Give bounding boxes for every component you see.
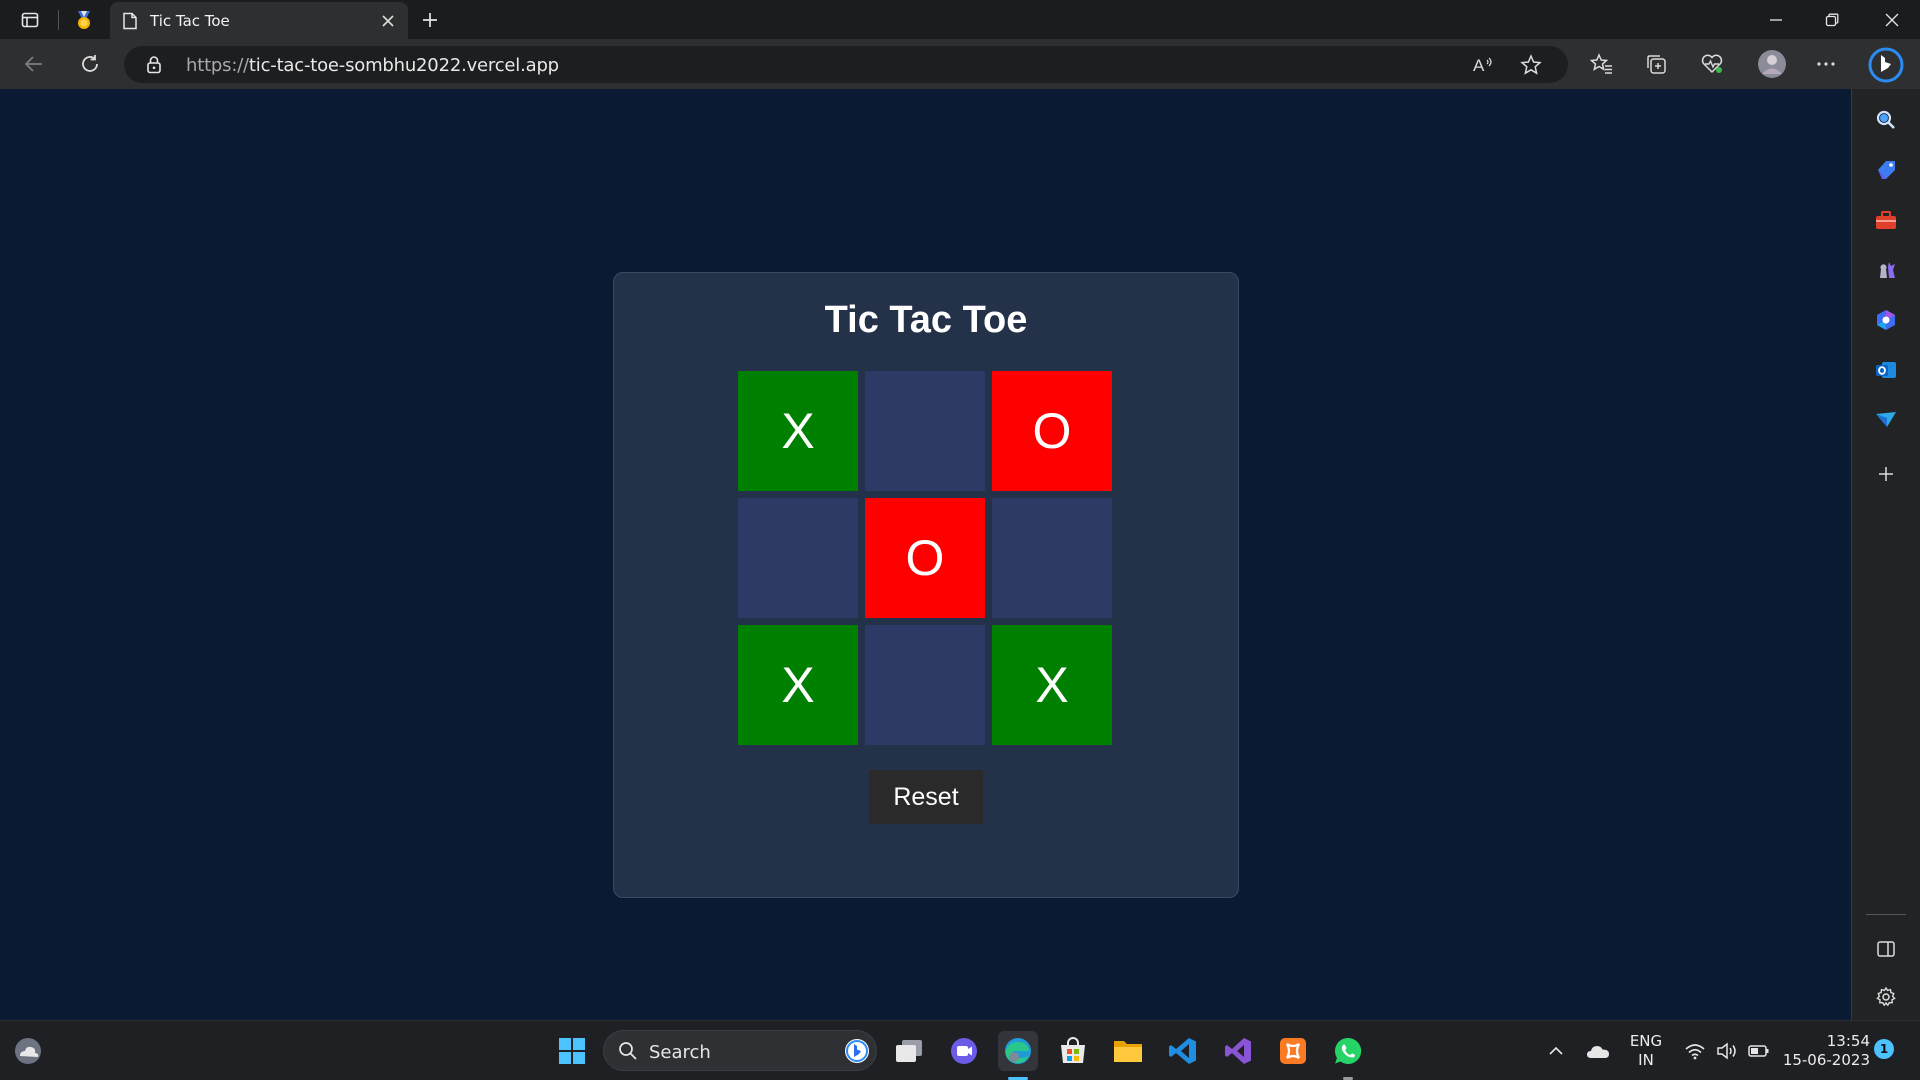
reset-button[interactable]: Reset xyxy=(869,770,983,824)
sidebar-divider xyxy=(1866,914,1906,915)
taskbar-search-placeholder: Search xyxy=(649,1042,711,1063)
back-icon[interactable] xyxy=(18,48,50,80)
svg-text:A: A xyxy=(1473,56,1485,75)
board-cell[interactable]: O xyxy=(865,498,985,618)
onedrive-icon[interactable] xyxy=(1578,1031,1618,1071)
url-text: https://tic-tac-toe-sombhu2022.vercel.ap… xyxy=(186,55,559,76)
sidebar-shopping-icon[interactable] xyxy=(1868,152,1904,188)
show-hidden-icons-icon[interactable] xyxy=(1536,1031,1576,1071)
board-cell[interactable] xyxy=(865,625,985,745)
language-code: ENG xyxy=(1629,1032,1663,1050)
collections-icon[interactable] xyxy=(1640,48,1672,80)
xampp-icon[interactable] xyxy=(1273,1031,1313,1071)
profile-avatar[interactable] xyxy=(1754,48,1790,80)
game-title: Tic Tac Toe xyxy=(824,299,1028,341)
clock-time: 13:54 xyxy=(1826,1032,1870,1050)
restore-icon[interactable] xyxy=(1804,0,1860,39)
sidebar-games-icon[interactable] xyxy=(1868,252,1904,288)
edge-sidebar xyxy=(1851,89,1920,1020)
board-cell[interactable]: O xyxy=(992,371,1112,491)
board-cell[interactable] xyxy=(992,498,1112,618)
clock-date: 15-06-2023 xyxy=(1782,1051,1870,1069)
tab-actions-icon[interactable] xyxy=(12,0,48,39)
tab-strip-divider xyxy=(58,10,59,30)
sidebar-add-icon[interactable] xyxy=(1868,456,1904,492)
board-cell[interactable]: X xyxy=(738,371,858,491)
taskbar-edge-icon[interactable] xyxy=(998,1031,1038,1071)
minimize-icon[interactable] xyxy=(1748,0,1804,39)
bing-chat-icon[interactable] xyxy=(1866,45,1906,85)
url-protocol: https:// xyxy=(186,55,249,76)
favorites-icon[interactable] xyxy=(1586,48,1618,80)
language-region: IN xyxy=(1638,1051,1654,1069)
page-icon xyxy=(122,12,138,30)
file-explorer-icon[interactable] xyxy=(1108,1031,1148,1071)
game-board: XOOXX xyxy=(738,371,1114,747)
close-window-icon[interactable] xyxy=(1864,0,1920,39)
battery-icon xyxy=(1748,1044,1770,1058)
start-menu-icon[interactable] xyxy=(552,1031,592,1071)
sidebar-tools-icon[interactable] xyxy=(1868,202,1904,238)
url-host: tic-tac-toe-sombhu2022.vercel.app xyxy=(248,55,559,76)
game-card: Tic Tac Toe XOOXX Reset xyxy=(613,272,1239,898)
lock-icon[interactable] xyxy=(146,55,162,74)
browser-toolbar: https://tic-tac-toe-sombhu2022.vercel.ap… xyxy=(0,39,1920,89)
sidebar-search-icon[interactable] xyxy=(1868,102,1904,138)
whatsapp-icon[interactable] xyxy=(1328,1031,1368,1071)
page-viewport: Tic Tac Toe XOOXX Reset xyxy=(0,89,1851,1020)
refresh-icon[interactable] xyxy=(74,48,106,80)
workspace-medal-icon[interactable] xyxy=(66,0,102,39)
quick-settings[interactable] xyxy=(1672,1031,1782,1071)
browser-tab-strip: Tic Tac Toe xyxy=(0,0,1920,39)
taskbar-search[interactable]: Search xyxy=(603,1030,877,1071)
new-tab-icon[interactable] xyxy=(414,0,446,39)
microsoft-store-icon[interactable] xyxy=(1053,1031,1093,1071)
notification-badge[interactable]: 1 xyxy=(1874,1039,1894,1059)
task-view-icon[interactable] xyxy=(889,1031,929,1071)
system-clock[interactable]: 13:54 15-06-2023 xyxy=(1774,1032,1870,1070)
browser-essentials-icon[interactable] xyxy=(1696,48,1728,80)
favorite-star-icon[interactable] xyxy=(1520,54,1542,76)
sidebar-hide-icon[interactable] xyxy=(1868,931,1904,967)
sidebar-outlook-icon[interactable] xyxy=(1868,352,1904,388)
language-indicator[interactable]: ENG IN xyxy=(1624,1032,1668,1070)
tab-title: Tic Tac Toe xyxy=(150,11,230,30)
sidebar-drop-icon[interactable] xyxy=(1868,402,1904,438)
wifi-icon xyxy=(1684,1042,1706,1060)
windows-taskbar: Search ENG IN 13:54 15-06-2023 1 xyxy=(0,1020,1920,1080)
weather-widget-icon[interactable] xyxy=(8,1031,48,1071)
sidebar-settings-icon[interactable] xyxy=(1868,979,1904,1015)
taskbar-search-icon xyxy=(618,1041,638,1061)
board-cell[interactable] xyxy=(865,371,985,491)
volume-icon xyxy=(1716,1042,1738,1060)
visual-studio-icon[interactable] xyxy=(1218,1031,1258,1071)
address-bar[interactable]: https://tic-tac-toe-sombhu2022.vercel.ap… xyxy=(124,46,1568,83)
more-menu-icon[interactable] xyxy=(1810,48,1842,80)
sidebar-microsoft365-icon[interactable] xyxy=(1868,302,1904,338)
board-cell[interactable]: X xyxy=(992,625,1112,745)
tab-tic-tac-toe[interactable]: Tic Tac Toe xyxy=(110,2,408,39)
read-aloud-icon[interactable]: A xyxy=(1472,54,1496,76)
vscode-icon[interactable] xyxy=(1163,1031,1203,1071)
close-tab-icon[interactable] xyxy=(374,7,402,35)
taskbar-bing-icon[interactable] xyxy=(844,1038,870,1064)
board-cell[interactable] xyxy=(738,498,858,618)
teams-chat-icon[interactable] xyxy=(944,1031,984,1071)
board-cell[interactable]: X xyxy=(738,625,858,745)
